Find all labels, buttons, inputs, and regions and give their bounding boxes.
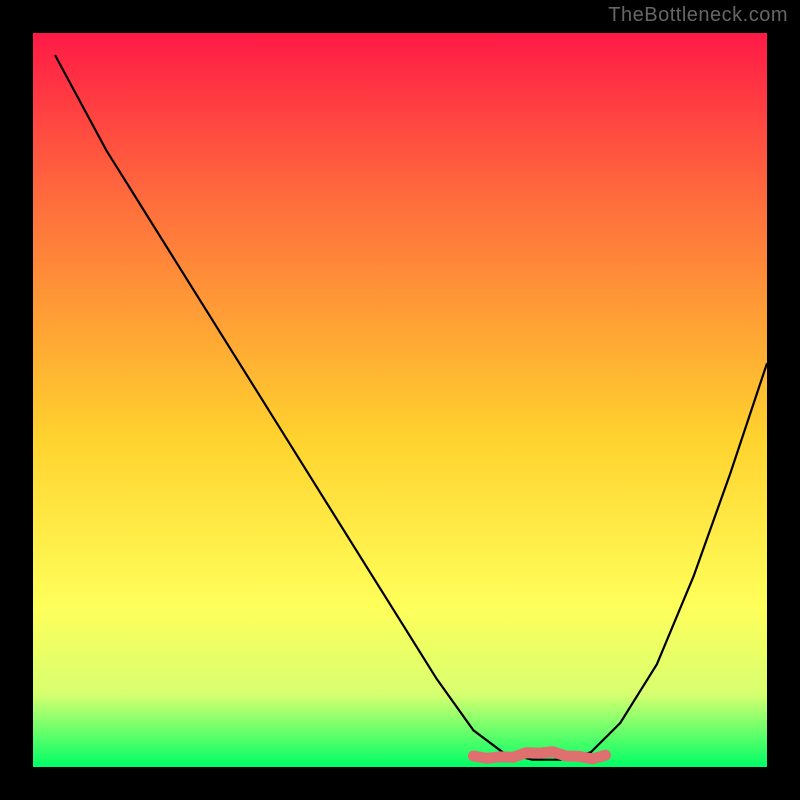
plot-area [33,33,767,767]
attribution-text: TheBottleneck.com [608,4,788,27]
chart-container: TheBottleneck.com [0,0,800,800]
heat-gradient [33,33,767,767]
